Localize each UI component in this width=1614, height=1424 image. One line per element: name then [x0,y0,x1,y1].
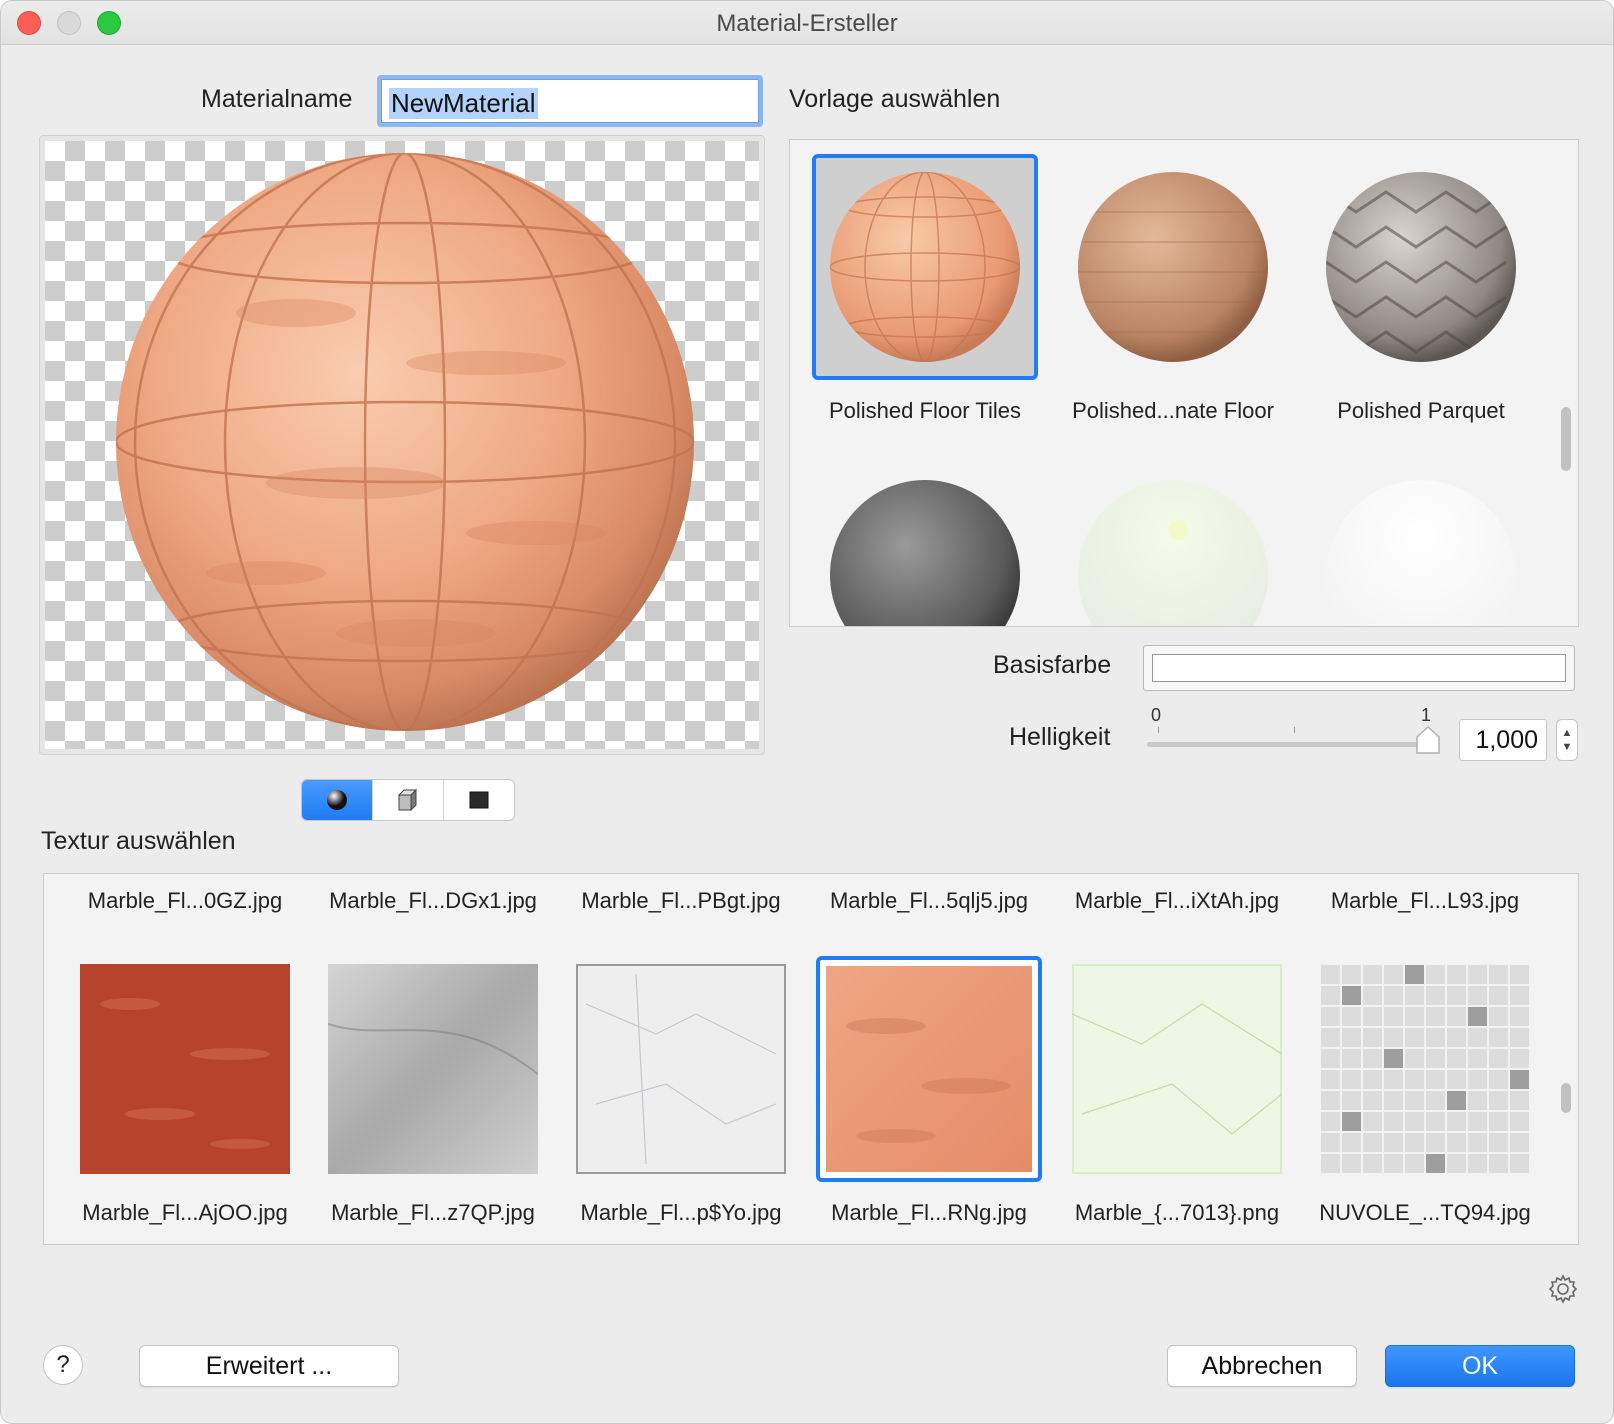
green-marble-swatch [1072,964,1282,1174]
texture-item-white-marble[interactable]: Marble_Fl...p$Yo.jpg [568,956,794,1226]
chevron-down-icon[interactable]: ▼ [1562,740,1573,754]
parquet-sphere [1326,172,1516,362]
material-creator-window: Material-Ersteller Materialname NewMater… [0,0,1614,1424]
texture-thumbnail [72,956,298,1182]
texture-item-green-marble[interactable]: Marble_{...7013}.png [1064,956,1290,1226]
texture-label: Marble_Fl...AjOO.jpg [82,1200,288,1225]
texture-label[interactable]: Marble_Fl...PBgt.jpg [558,888,804,914]
texture-label[interactable]: Marble_Fl...iXtAh.jpg [1054,888,1300,914]
sphere-shape-button[interactable] [302,780,373,820]
texture-label[interactable]: Marble_Fl...DGx1.jpg [310,888,556,914]
brightness-min-label: 0 [1151,705,1162,725]
cancel-button[interactable]: Abbrechen [1167,1345,1357,1387]
template-item-white[interactable] [1308,462,1534,626]
cube-shape-button[interactable] [373,780,444,820]
brightness-max-label: 1 [1421,705,1432,725]
brightness-slider[interactable] [1147,742,1429,747]
floor-tiles-sphere [830,172,1020,362]
template-scrollbar[interactable] [1561,407,1571,471]
sphere-icon [327,790,347,810]
texture-label: Marble_{...7013}.png [1074,1200,1280,1225]
texture-label: Marble_Fl...RNg.jpg [831,1200,1027,1225]
texture-gallery: Marble_Fl...0GZ.jpg Marble_Fl...DGx1.jpg… [43,873,1579,1245]
texture-thumbnail [568,956,794,1182]
preview-sphere [116,153,694,731]
grey-marble-swatch [328,964,538,1174]
ok-button[interactable]: OK [1385,1345,1575,1387]
texture-heading: Textur auswählen [41,827,236,855]
template-gallery: Polished Floor Tiles Polished...nate Flo… [789,139,1579,627]
cube-icon [397,788,418,812]
material-preview [39,135,765,755]
red-marble-swatch [80,964,290,1174]
texture-item-salmon-marble[interactable]: Marble_Fl...RNg.jpg [816,956,1042,1226]
texture-label[interactable]: Marble_Fl...L93.jpg [1302,888,1548,914]
base-color-well[interactable] [1143,645,1575,691]
base-color-swatch [1152,654,1566,682]
template-thumbnail [1308,154,1534,380]
laminate-floor-sphere [1078,172,1268,362]
texture-label: Marble_Fl...p$Yo.jpg [580,1200,782,1225]
texture-item-mosaic[interactable]: NUVOLE_...TQ94.jpg [1312,956,1538,1226]
template-label: Polished Parquet [1337,398,1505,423]
texture-thumbnail [816,956,1042,1182]
material-name-label: Materialname [201,85,353,113]
base-color-label: Basisfarbe [993,651,1112,679]
template-item-floor-tiles[interactable]: Polished Floor Tiles [812,154,1038,424]
template-thumbnail [812,154,1038,380]
mosaic-tile-swatch [1320,964,1530,1174]
texture-label[interactable]: Marble_Fl...0GZ.jpg [62,888,308,914]
salmon-marble-swatch [826,966,1032,1172]
template-item-parquet[interactable]: Polished Parquet [1308,154,1534,424]
template-item-glass[interactable] [1060,462,1286,626]
texture-thumbnail [1064,956,1290,1182]
template-thumbnail [1060,154,1286,380]
template-thumbnail [1060,462,1286,626]
gear-icon[interactable] [1547,1273,1579,1305]
texture-item-grey-marble[interactable]: Marble_Fl...z7QP.jpg [320,956,546,1226]
brightness-slider-knob[interactable] [1415,725,1441,755]
brightness-value-field[interactable]: 1,000 [1459,719,1547,761]
template-heading: Vorlage auswählen [789,85,1001,113]
material-name-value: NewMaterial [389,88,538,119]
plane-shape-button[interactable] [444,780,514,820]
texture-label[interactable]: Marble_Fl...5qlj5.jpg [806,888,1052,914]
texture-scrollbar[interactable] [1561,1083,1571,1113]
white-sphere [1326,480,1516,626]
chevron-up-icon[interactable]: ▲ [1562,726,1573,740]
texture-label: Marble_Fl...z7QP.jpg [331,1200,535,1225]
brightness-label: Helligkeit [1009,723,1111,751]
template-label: Polished Floor Tiles [829,398,1021,423]
material-name-input[interactable]: NewMaterial [377,75,763,127]
window-title: Material-Ersteller [716,10,898,37]
texture-item-red-marble[interactable]: Marble_Fl...AjOO.jpg [72,956,298,1226]
slider-tick [1294,727,1295,733]
template-item-granite[interactable] [812,462,1038,626]
template-thumbnail [812,462,1038,626]
texture-thumbnail [320,956,546,1182]
title-bar: Material-Ersteller [1,1,1613,45]
template-item-laminate-floor[interactable]: Polished...nate Floor [1060,154,1286,424]
plane-icon [469,791,489,809]
advanced-button[interactable]: Erweitert ... [139,1345,399,1387]
slider-tick [1158,727,1159,733]
preview-shape-selector [301,779,515,821]
white-marble-swatch [576,964,786,1174]
template-label: Polished...nate Floor [1072,398,1274,423]
granite-sphere [830,480,1020,626]
help-button[interactable]: ? [43,1345,83,1385]
brightness-stepper[interactable]: ▲ ▼ [1556,719,1578,761]
texture-label: NUVOLE_...TQ94.jpg [1319,1200,1531,1225]
glass-sphere [1078,480,1268,626]
template-thumbnail [1308,462,1534,626]
texture-thumbnail [1312,956,1538,1182]
